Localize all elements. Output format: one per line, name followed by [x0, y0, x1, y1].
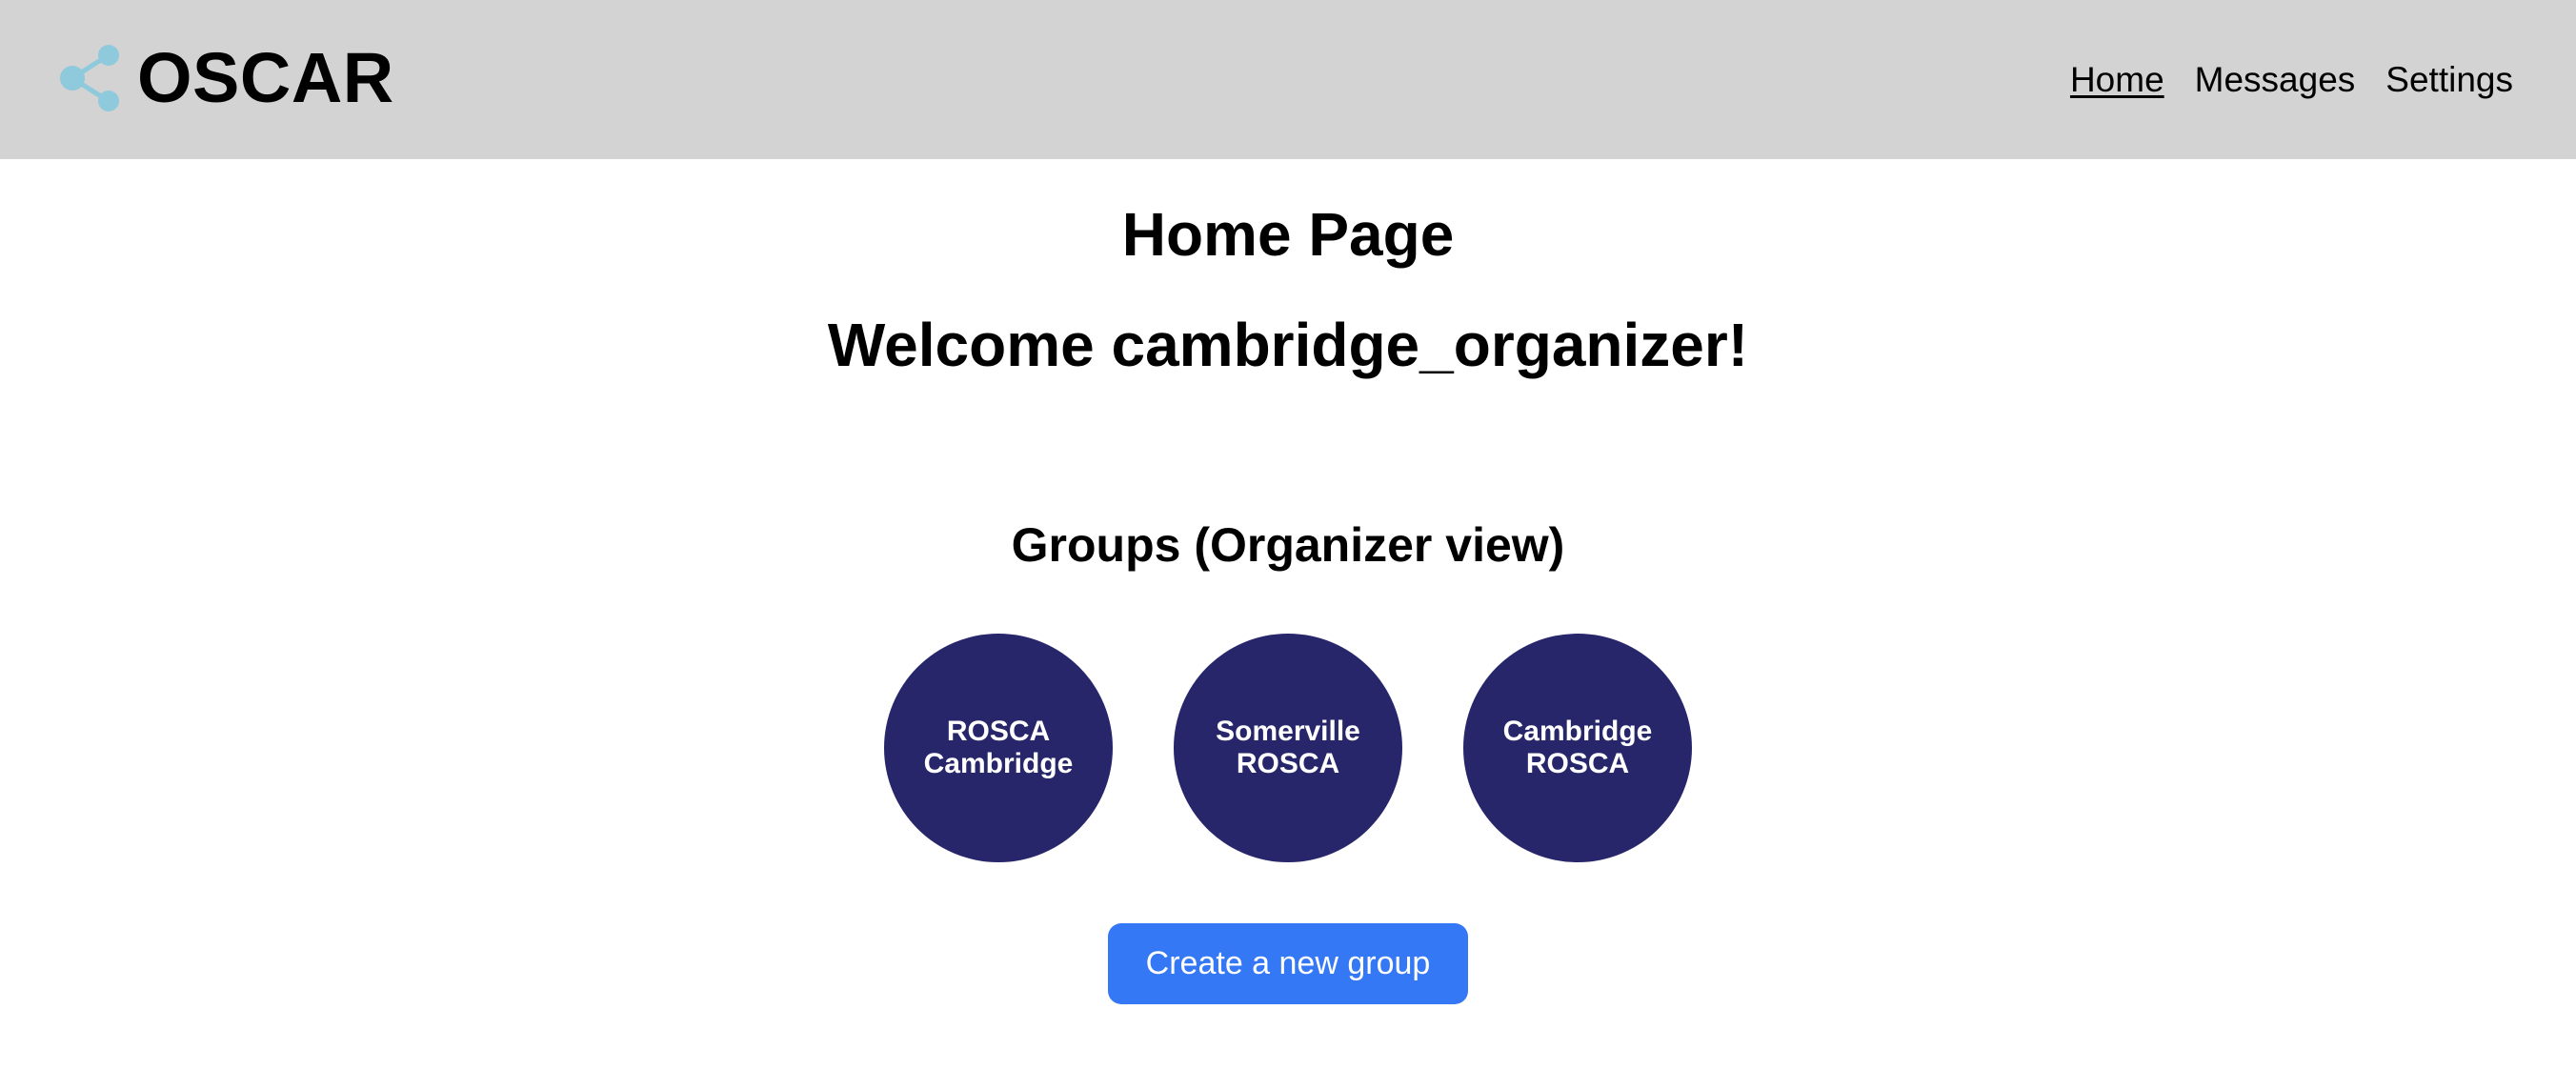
groups-list: ROSCA Cambridge Somerville ROSCA Cambrid… — [0, 634, 2576, 862]
navbar: OSCAR Home Messages Settings — [0, 0, 2576, 159]
group-card-somerville-rosca[interactable]: Somerville ROSCA — [1174, 634, 1402, 862]
create-group-button[interactable]: Create a new group — [1108, 923, 1468, 1004]
welcome-heading: Welcome cambridge_organizer! — [827, 311, 1749, 379]
nav-link-settings[interactable]: Settings — [2385, 62, 2513, 97]
brand-logo-link[interactable]: OSCAR — [59, 38, 394, 118]
share-icon — [60, 45, 119, 111]
group-card-cambridge-rosca[interactable]: Cambridge ROSCA — [1463, 634, 1692, 862]
nav-links: Home Messages Settings — [2040, 53, 2513, 105]
group-card-rosca-cambridge[interactable]: ROSCA Cambridge — [884, 634, 1113, 862]
brand-name: OSCAR — [137, 38, 394, 117]
nav-link-home[interactable]: Home — [2070, 62, 2164, 97]
nav-link-messages[interactable]: Messages — [2195, 62, 2356, 97]
page-title: Home Page — [1121, 200, 1455, 269]
groups-heading: Groups (Organizer view) — [1011, 518, 1565, 572]
